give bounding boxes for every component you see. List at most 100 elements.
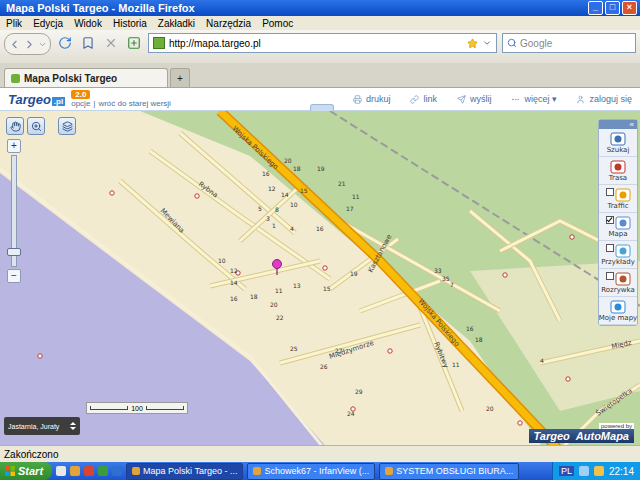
zoom-slider[interactable]: +− bbox=[7, 139, 21, 283]
menu-item[interactable]: Edycja bbox=[33, 18, 63, 29]
taskbar-task[interactable]: Schowek67 - IrfanView (... bbox=[247, 463, 375, 480]
new-tab-button[interactable] bbox=[125, 33, 143, 53]
reload-icon[interactable] bbox=[58, 36, 72, 50]
poi-marker[interactable] bbox=[195, 194, 199, 198]
map-canvas[interactable]: 2018161921151712141085314161119101214161… bbox=[0, 111, 640, 445]
task-app-icon bbox=[132, 467, 140, 475]
window-control-button[interactable]: × bbox=[622, 1, 637, 15]
zoom-tool-button[interactable] bbox=[27, 117, 45, 135]
poi-marker[interactable] bbox=[38, 354, 42, 358]
header-link[interactable]: drukuj bbox=[353, 94, 391, 104]
options-link[interactable]: opcje bbox=[71, 99, 90, 108]
scale-bar: 100 bbox=[86, 402, 188, 414]
history-dropdown-icon[interactable] bbox=[38, 40, 47, 49]
house-number: 11 bbox=[275, 287, 283, 294]
targeo-logo[interactable]: Targeo.pl bbox=[8, 92, 65, 107]
taskbar-task[interactable]: SYSTEM OBSŁUGI BIURA... bbox=[379, 463, 519, 480]
poi-marker[interactable] bbox=[323, 266, 327, 270]
location-selector[interactable]: Jastarnia, Juraty bbox=[4, 417, 80, 435]
menu-item[interactable]: Pomoc bbox=[262, 18, 293, 29]
quick-launch-icon[interactable] bbox=[84, 466, 94, 476]
language-indicator[interactable]: PL bbox=[559, 466, 574, 476]
header-link[interactable]: więcej ▾ bbox=[511, 94, 556, 104]
star-icon[interactable] bbox=[467, 38, 478, 49]
tool-item[interactable]: Traffic bbox=[599, 185, 637, 213]
old-version-link[interactable]: wróć do starej wersji bbox=[98, 99, 170, 108]
back-icon[interactable] bbox=[8, 38, 21, 51]
navigation-toolbar: http://mapa.targeo.pl Google bbox=[0, 30, 640, 63]
tool-checkbox[interactable] bbox=[606, 216, 614, 224]
location-pin-icon[interactable] bbox=[271, 259, 283, 275]
tab[interactable]: Mapa Polski Targeo bbox=[4, 68, 168, 87]
url-text[interactable]: http://mapa.targeo.pl bbox=[169, 38, 463, 49]
tool-item[interactable]: Szukaj bbox=[599, 129, 637, 157]
start-button[interactable]: Start bbox=[0, 462, 52, 480]
bookmark-button[interactable] bbox=[79, 33, 97, 53]
tool-checkbox[interactable] bbox=[606, 244, 614, 252]
house-number: 26 bbox=[320, 363, 328, 370]
tray-icon[interactable] bbox=[579, 466, 589, 476]
poi-marker[interactable] bbox=[570, 235, 574, 239]
layers-button[interactable] bbox=[58, 117, 76, 135]
street bbox=[180, 133, 295, 233]
zoom-in-button[interactable]: + bbox=[7, 139, 21, 153]
zoom-thumb[interactable] bbox=[7, 248, 21, 256]
menu-item[interactable]: Historia bbox=[113, 18, 147, 29]
house-number: 10 bbox=[218, 257, 226, 264]
back-forward-buttons[interactable] bbox=[4, 33, 51, 55]
stop-icon[interactable] bbox=[104, 36, 118, 50]
pan-tool-button[interactable] bbox=[6, 117, 24, 135]
add-icon[interactable] bbox=[127, 36, 141, 50]
street bbox=[150, 151, 330, 279]
tool-item[interactable]: Trasa bbox=[599, 157, 637, 185]
tool-item[interactable]: Moje mapy bbox=[599, 297, 637, 325]
search-engine-icon[interactable] bbox=[507, 38, 517, 48]
quick-launch-icon[interactable] bbox=[70, 466, 80, 476]
tool-item[interactable]: Rozrywka bbox=[599, 269, 637, 297]
window-control-button[interactable]: □ bbox=[605, 1, 620, 15]
dropdown-icon[interactable] bbox=[482, 38, 492, 48]
tool-item[interactable]: Przykłady bbox=[599, 241, 637, 269]
bookmark-icon[interactable] bbox=[81, 36, 95, 50]
poi-marker[interactable] bbox=[388, 349, 392, 353]
search-field[interactable]: Google bbox=[502, 33, 636, 53]
street-label: Rybna bbox=[197, 180, 219, 199]
stop-button[interactable] bbox=[102, 33, 120, 53]
poi-marker[interactable] bbox=[110, 191, 114, 195]
map[interactable]: 2018161921151712141085314161119101214161… bbox=[0, 111, 640, 445]
search-placeholder[interactable]: Google bbox=[520, 38, 631, 49]
zoom-track[interactable] bbox=[11, 155, 17, 267]
tool-checkbox[interactable] bbox=[606, 188, 614, 196]
header-link[interactable]: zaloguj się bbox=[576, 94, 632, 104]
window-control-button[interactable]: _ bbox=[588, 1, 603, 15]
house-number: 20 bbox=[284, 157, 292, 164]
poi-marker[interactable] bbox=[503, 273, 507, 277]
header-link[interactable]: wyślij bbox=[457, 94, 492, 104]
updown-arrows-icon bbox=[70, 422, 76, 430]
menu-item[interactable]: Zakładki bbox=[158, 18, 195, 29]
header-link[interactable]: link bbox=[410, 94, 437, 104]
tab[interactable]: + bbox=[170, 68, 190, 87]
reload-button[interactable] bbox=[56, 33, 74, 53]
tool-item[interactable]: Mapa bbox=[599, 213, 637, 241]
house-number: 11 bbox=[352, 193, 360, 200]
house-number: 14 bbox=[281, 191, 289, 198]
tray-icon[interactable] bbox=[594, 466, 604, 476]
forward-icon[interactable] bbox=[23, 38, 36, 51]
tool-checkbox[interactable] bbox=[606, 272, 614, 280]
quick-launch-icon[interactable] bbox=[112, 466, 122, 476]
url-field[interactable]: http://mapa.targeo.pl bbox=[148, 33, 497, 53]
menu-item[interactable]: Narzędzia bbox=[206, 18, 251, 29]
taskbar-task[interactable]: Mapa Polski Targeo - ... bbox=[126, 463, 243, 480]
quick-launch-icon[interactable] bbox=[56, 466, 66, 476]
menu-item[interactable]: Widok bbox=[74, 18, 102, 29]
header-collapse-handle[interactable] bbox=[310, 104, 334, 111]
poi-marker[interactable] bbox=[566, 377, 570, 381]
quick-launch-icon[interactable] bbox=[98, 466, 108, 476]
zoom-out-button[interactable]: − bbox=[7, 269, 21, 283]
collapse-button[interactable]: « bbox=[599, 120, 637, 129]
menu-item[interactable]: Plik bbox=[6, 18, 22, 29]
version-badge: 2.0 bbox=[71, 90, 90, 99]
poi-marker[interactable] bbox=[518, 421, 522, 425]
task-app-icon bbox=[385, 467, 393, 475]
